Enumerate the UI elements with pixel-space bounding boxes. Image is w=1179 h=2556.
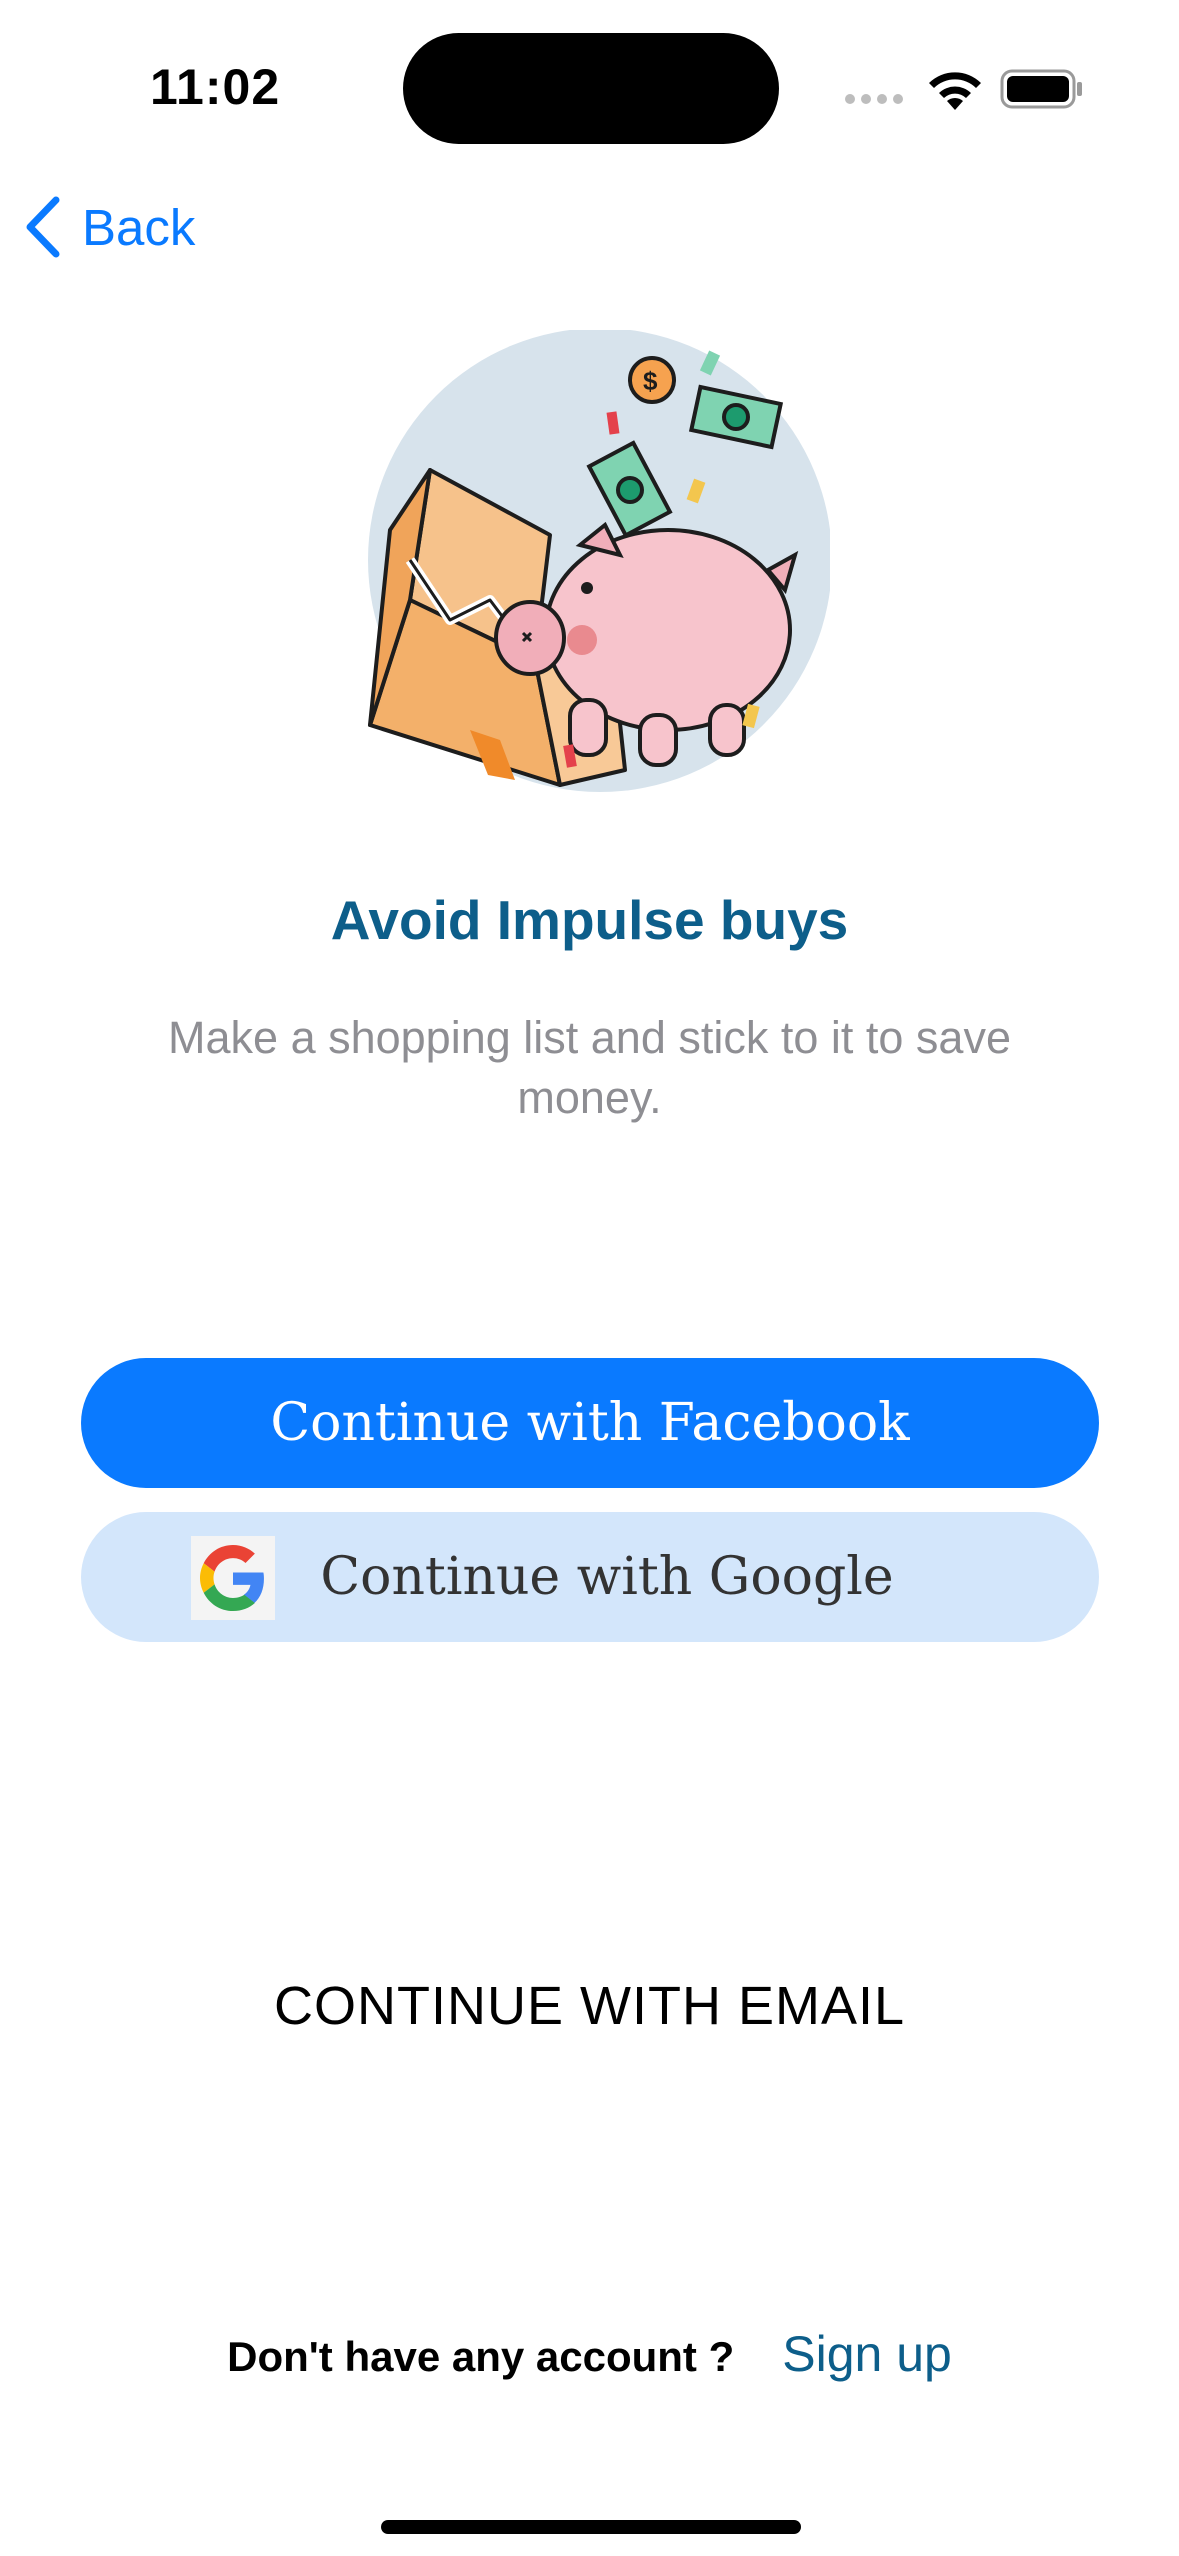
- sign-up-link[interactable]: Sign up: [782, 2325, 952, 2383]
- continue-with-google-button[interactable]: Continue with Google: [81, 1512, 1099, 1642]
- dynamic-island: [403, 33, 779, 144]
- google-button-label: Continue with Google: [320, 1547, 894, 1607]
- continue-with-facebook-button[interactable]: Continue with Facebook: [81, 1358, 1099, 1488]
- facebook-button-label: Continue with Facebook: [270, 1393, 910, 1453]
- back-label: Back: [82, 198, 196, 256]
- piggy-bank-illustration: $: [368, 330, 830, 792]
- back-button[interactable]: Back: [22, 196, 195, 258]
- continue-with-email-button[interactable]: CONTINUE WITH EMAIL: [0, 1975, 1179, 2037]
- google-logo-icon: [191, 1536, 275, 1620]
- home-indicator[interactable]: [381, 2520, 801, 2534]
- battery-icon: [1000, 69, 1082, 109]
- chevron-left-icon: [26, 196, 60, 258]
- onboarding-title: Avoid Impulse buys: [330, 889, 849, 951]
- cellular-signal-icon: [845, 94, 903, 104]
- signup-question: Don't have any account ?: [227, 2333, 735, 2380]
- wifi-icon: [929, 72, 981, 110]
- signup-prompt: Don't have any account ? Sign up: [0, 2325, 1179, 2383]
- svg-text:$: $: [643, 366, 658, 396]
- onboarding-subtitle: Make a shopping list and stick to it to …: [168, 1012, 1011, 1123]
- status-time: 11:02: [150, 59, 281, 115]
